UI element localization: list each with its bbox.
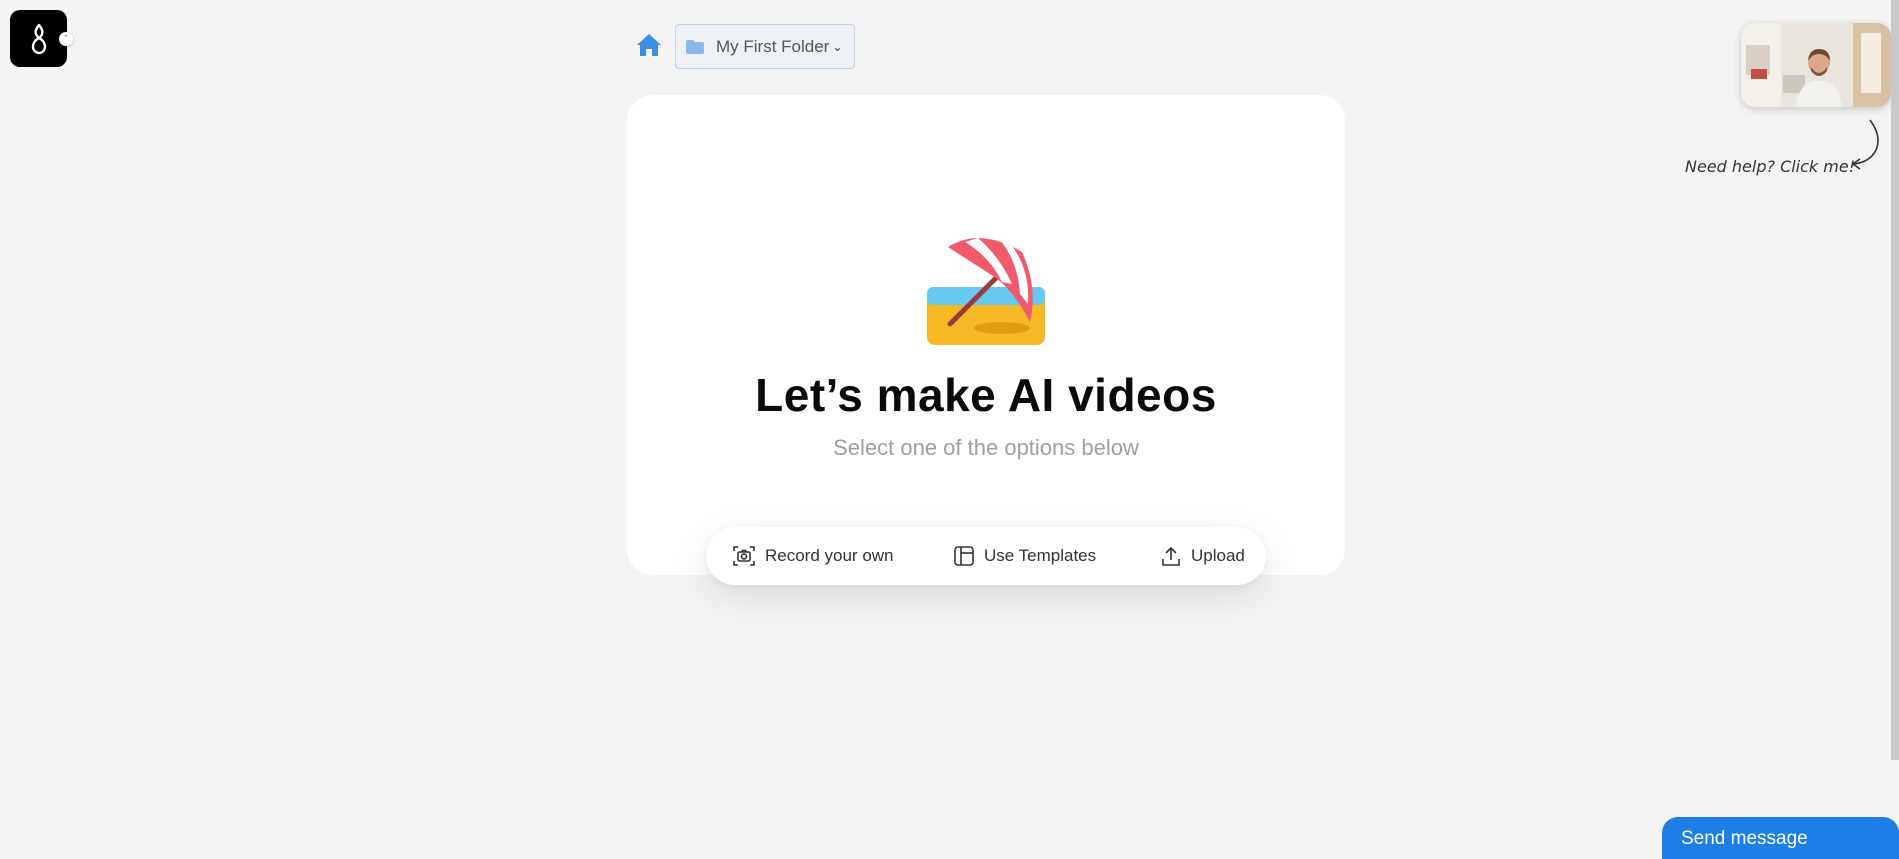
scrollbar[interactable] [1891, 0, 1899, 760]
beach-umbrella-icon [927, 238, 1045, 345]
folder-selector[interactable]: My First Folder ⌄ [675, 24, 855, 69]
template-icon [954, 546, 974, 566]
use-templates-label: Use Templates [984, 546, 1097, 565]
use-templates-button[interactable]: Use Templates [953, 527, 1096, 585]
record-your-own-label: Record your own [765, 546, 894, 565]
home-icon [637, 34, 661, 56]
presenter-video-thumbnail [1741, 23, 1891, 107]
upload-button[interactable]: Upload [1160, 527, 1245, 585]
page-title: Let’s make AI videos [755, 369, 1217, 421]
help-text[interactable]: Need help? Click me! [1685, 157, 1855, 176]
home-button[interactable] [636, 32, 662, 58]
upload-label: Upload [1191, 546, 1245, 565]
camera-icon [733, 546, 755, 566]
help-video-thumbnail[interactable] [1741, 23, 1891, 107]
chevron-down-icon: ⌄ [832, 39, 843, 54]
folder-label: My First Folder [716, 36, 830, 56]
logo-icon [31, 23, 46, 54]
sidebar-toggle-button[interactable]: ˆ [59, 32, 73, 46]
upload-icon [1162, 546, 1180, 566]
curved-arrow-icon [1851, 119, 1879, 170]
folder-icon [686, 39, 704, 54]
options-bar: Record your own Use Templates Upload [706, 527, 1266, 585]
send-message-button[interactable]: Send message [1662, 817, 1899, 859]
page-subtitle: Select one of the options below [833, 435, 1139, 460]
chevron-up-icon: ˆ [64, 33, 68, 44]
record-your-own-button[interactable]: Record your own [732, 527, 894, 585]
